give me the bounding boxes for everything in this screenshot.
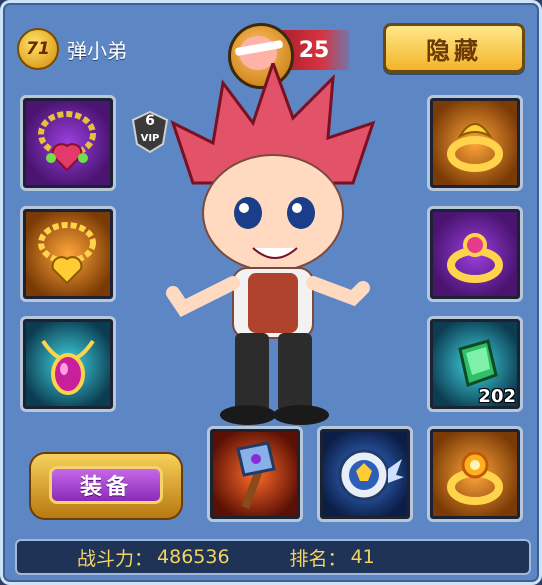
slot-amulet-pendant[interactable]: [20, 316, 116, 412]
equip-button[interactable]: 装备: [31, 454, 181, 518]
combat-power-label: 战斗力：: [77, 547, 154, 570]
combat-power-value: 486536: [157, 546, 230, 568]
item-count: 202: [478, 386, 516, 407]
slot-necklace-gold[interactable]: [20, 206, 116, 302]
equip-button-label: 装备: [49, 466, 163, 504]
slot-necklace-heart[interactable]: [20, 95, 116, 191]
slot-ring-jewel[interactable]: [427, 206, 523, 302]
combat-power: 战斗力： 486536: [77, 544, 230, 571]
slot-ring-gold[interactable]: [427, 95, 523, 191]
slot-winged-shield[interactable]: [317, 426, 413, 522]
level-badge: 71: [17, 28, 59, 70]
player-info: 71 弹小弟: [17, 25, 127, 73]
rank-value: 41: [350, 546, 375, 568]
necklace-gold-icon: [38, 222, 96, 285]
slot-battle-axe[interactable]: [207, 426, 303, 522]
ring-gold-icon: [447, 123, 503, 172]
amulet-pendant-icon: [41, 339, 95, 395]
level-number: 71: [26, 39, 50, 59]
ring-jewel-icon: [447, 233, 503, 283]
stats-bar: 战斗力： 486536 排名： 41: [15, 539, 531, 575]
battle-axe-icon: [236, 441, 276, 509]
hide-button[interactable]: 隐藏: [383, 23, 525, 73]
rank-label: 排名：: [289, 547, 347, 570]
slot-ring-sun[interactable]: [427, 426, 523, 522]
necklace-heart-icon: [38, 111, 96, 172]
character-panel: 71 弹小弟 25 隐藏 202 6 VIP 装备 战斗力： 486536 排名…: [0, 0, 542, 585]
hero-character-icon: [166, 63, 376, 425]
slot-emerald-gem[interactable]: 202: [427, 316, 523, 412]
ring-sun-icon: [447, 451, 503, 505]
rank: 排名： 41: [290, 544, 375, 571]
player-name: 弹小弟: [67, 38, 127, 63]
winged-shield-icon: [338, 449, 404, 501]
